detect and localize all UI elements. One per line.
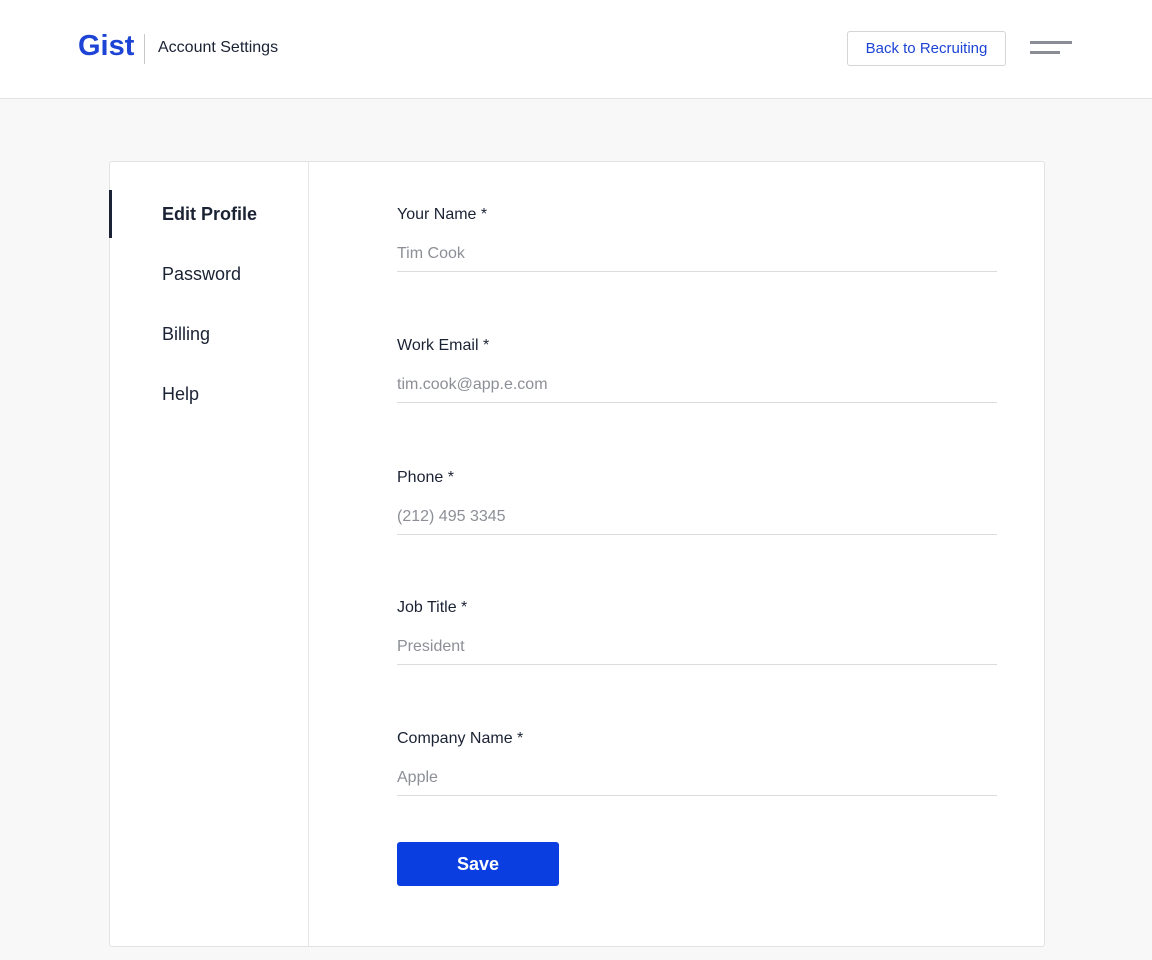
sidebar-item-label: Billing	[162, 323, 211, 344]
sidebar-item-help[interactable]: Help	[110, 370, 308, 418]
sidebar-item-label: Edit Profile	[162, 203, 258, 224]
job-title-input[interactable]	[397, 629, 997, 665]
top-bar: Gist Account Settings Back to Recruiting	[0, 0, 1152, 99]
sidebar-item-label: Help	[162, 383, 200, 404]
hamburger-menu-icon[interactable]	[1030, 39, 1074, 59]
gist-logo[interactable]: Gist	[78, 30, 134, 63]
phone-input[interactable]	[397, 499, 997, 535]
company-name-input[interactable]	[397, 760, 997, 796]
page-title: Account Settings	[158, 39, 279, 56]
work-email-field-group: Work Email *	[397, 337, 998, 417]
phone-label: Phone *	[397, 469, 454, 486]
settings-card: Edit Profile Password Billing Help Your …	[109, 161, 1045, 947]
work-email-input[interactable]	[397, 367, 997, 403]
sidebar-item-billing[interactable]: Billing	[110, 310, 308, 358]
name-label: Your Name *	[397, 206, 488, 223]
job-title-label: Job Title *	[397, 599, 468, 616]
work-email-label: Work Email *	[397, 337, 490, 354]
save-button[interactable]: Save	[397, 842, 559, 886]
settings-sidebar: Edit Profile Password Billing Help	[109, 162, 309, 946]
company-name-label: Company Name *	[397, 730, 524, 747]
job-title-field-group: Job Title *	[397, 599, 998, 679]
sidebar-item-edit-profile[interactable]: Edit Profile	[109, 190, 308, 238]
phone-field-group: Phone *	[397, 469, 998, 549]
company-name-field-group: Company Name *	[397, 730, 998, 810]
name-field-group: Your Name *	[397, 206, 998, 286]
sidebar-item-label: Password	[162, 263, 242, 284]
back-to-recruiting-button[interactable]: Back to Recruiting	[847, 31, 1006, 66]
sidebar-item-password[interactable]: Password	[110, 250, 308, 298]
name-input[interactable]	[397, 236, 997, 272]
header-divider	[144, 34, 145, 64]
